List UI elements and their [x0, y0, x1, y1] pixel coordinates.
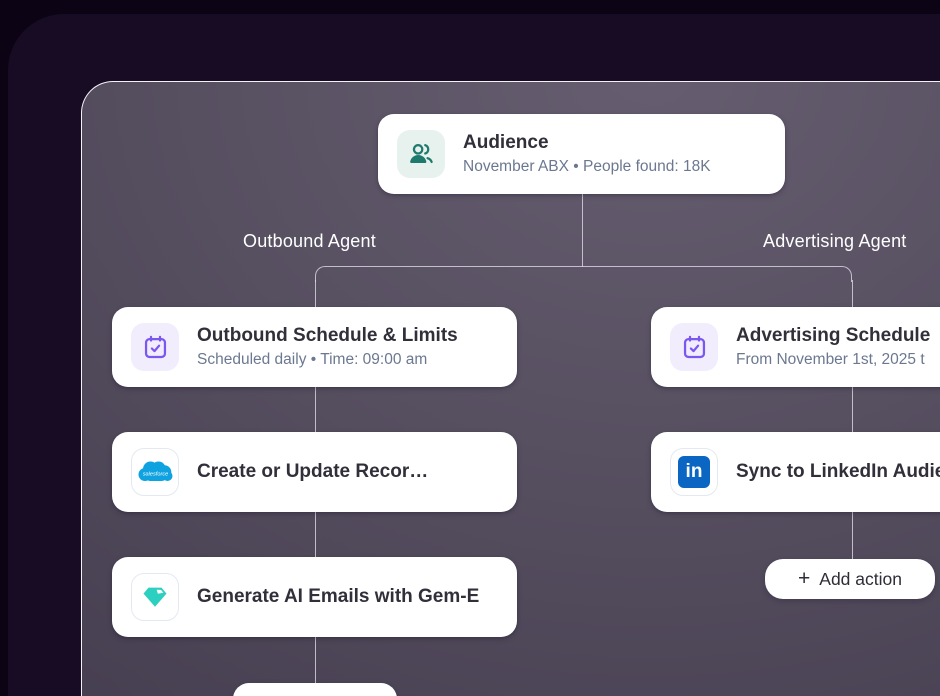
calendar-check-icon — [670, 323, 718, 371]
advertising-schedule-title: Advertising Schedule — [736, 325, 931, 347]
outbound-schedule-subtitle: Scheduled daily • Time: 09:00 am — [197, 350, 428, 368]
advertising-agent-label: Advertising Agent — [763, 231, 907, 251]
linkedin-icon: in — [670, 448, 718, 496]
gem-icon — [131, 573, 179, 621]
outbound-agent-label: Outbound Agent — [243, 231, 376, 251]
add-action-button-partial[interactable] — [233, 683, 397, 696]
salesforce-title: Create or Update Recor… — [197, 461, 429, 483]
salesforce-node[interactable]: salesforce Create or Update Recor… — [112, 432, 517, 512]
svg-text:salesforce: salesforce — [143, 472, 169, 478]
audience-node[interactable]: Audience November ABX • People found: 18… — [378, 114, 785, 194]
calendar-check-icon — [131, 323, 179, 371]
workflow-screen: Outbound Agent Advertising Agent Audienc… — [0, 0, 940, 696]
advertising-schedule-subtitle: From November 1st, 2025 t — [736, 350, 925, 368]
audience-title: Audience — [463, 132, 549, 154]
users-icon — [397, 130, 445, 178]
gem-e-title: Generate AI Emails with Gem-E — [197, 586, 480, 608]
audience-subtitle: November ABX • People found: 18K — [463, 157, 711, 175]
connector-audience — [581, 194, 583, 267]
plus-icon: + — [798, 566, 811, 590]
connector-branch — [315, 266, 852, 282]
outbound-schedule-node[interactable]: Outbound Schedule & Limits Scheduled dai… — [112, 307, 517, 387]
add-action-label: Add action — [819, 568, 902, 589]
advertising-schedule-node[interactable]: Advertising Schedule From November 1st, … — [651, 307, 940, 387]
salesforce-icon: salesforce — [131, 448, 179, 496]
add-action-button[interactable]: + Add action — [765, 559, 935, 599]
linkedin-node[interactable]: in Sync to LinkedIn Audie — [651, 432, 940, 512]
gem-e-node[interactable]: Generate AI Emails with Gem-E — [112, 557, 517, 637]
outbound-schedule-title: Outbound Schedule & Limits — [197, 325, 458, 347]
linkedin-title: Sync to LinkedIn Audie — [736, 461, 940, 483]
